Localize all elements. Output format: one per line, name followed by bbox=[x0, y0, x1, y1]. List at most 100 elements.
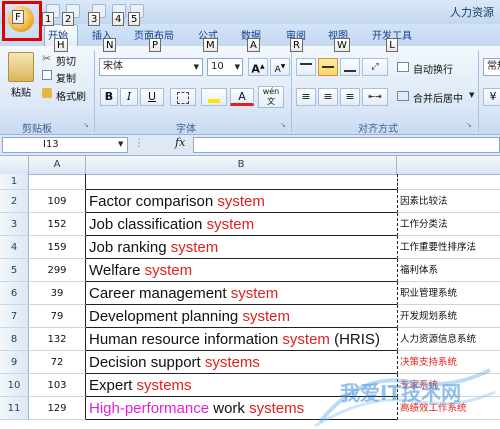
highlighted-word: system bbox=[242, 308, 290, 325]
cell-a[interactable]: 79 bbox=[29, 305, 86, 328]
fill-color-button[interactable] bbox=[201, 88, 227, 106]
insert-function-button[interactable]: fx bbox=[175, 136, 185, 149]
font-size-select[interactable]: 10 ▼ bbox=[207, 58, 243, 76]
cell-c[interactable]: 工作分类法 bbox=[397, 213, 500, 236]
underline-button[interactable]: U bbox=[140, 88, 164, 106]
format-painter-icon bbox=[42, 88, 52, 98]
window-title: 人力资源 bbox=[450, 6, 494, 19]
cell-a[interactable]: 129 bbox=[29, 397, 86, 420]
group-divider bbox=[291, 50, 292, 132]
cell-a[interactable]: 159 bbox=[29, 236, 86, 259]
align-top-icon bbox=[300, 63, 312, 65]
font-launcher-icon[interactable]: ↘ bbox=[280, 121, 286, 129]
highlighted-word: systems bbox=[249, 400, 305, 417]
cell-c[interactable]: 高绩效工作系统 bbox=[397, 397, 500, 420]
row-header[interactable]: 5 bbox=[0, 259, 29, 282]
cell-b[interactable]: Development planning system bbox=[86, 305, 397, 328]
cut-button[interactable]: 剪切 bbox=[56, 53, 76, 68]
font-color-button[interactable]: A bbox=[230, 88, 254, 106]
cell-c[interactable]: 专家系统 bbox=[397, 374, 500, 397]
format-painter-button[interactable]: 格式刷 bbox=[56, 88, 86, 103]
row-header[interactable]: 6 bbox=[0, 282, 29, 305]
formula-input[interactable] bbox=[193, 137, 500, 153]
cell-a[interactable]: 152 bbox=[29, 213, 86, 236]
cell-b[interactable]: Job classification system bbox=[86, 213, 397, 236]
font-size-value: 10 bbox=[211, 61, 224, 72]
row-header[interactable]: 8 bbox=[0, 328, 29, 351]
cell-c[interactable]: 决策支持系统 bbox=[397, 351, 500, 374]
wrap-text-button[interactable]: 自动换行 bbox=[413, 61, 453, 76]
cell-a[interactable] bbox=[29, 174, 86, 190]
cell-b[interactable]: Human resource information system (HRIS) bbox=[86, 328, 397, 351]
cell-a[interactable]: 39 bbox=[29, 282, 86, 305]
paste-button[interactable]: 粘贴 bbox=[11, 84, 31, 99]
row-header[interactable]: 1 bbox=[0, 174, 29, 190]
align-center-button[interactable]: ≡ bbox=[318, 88, 338, 106]
borders-button[interactable] bbox=[170, 88, 196, 106]
cell-c[interactable]: 因素比较法 bbox=[397, 190, 500, 213]
cell-a[interactable]: 109 bbox=[29, 190, 86, 213]
fill-color-icon bbox=[208, 99, 220, 103]
cell-a[interactable]: 299 bbox=[29, 259, 86, 282]
chevron-down-icon[interactable]: ▼ bbox=[118, 140, 123, 148]
currency-button[interactable]: ¥ bbox=[483, 88, 500, 106]
cell-b[interactable]: Factor comparison system bbox=[86, 190, 397, 213]
grow-font-label: A bbox=[251, 62, 260, 76]
grow-font-button[interactable]: A▲ bbox=[248, 58, 268, 76]
bold-button[interactable]: B bbox=[100, 88, 118, 106]
merge-center-button[interactable]: 合并后居中 bbox=[413, 90, 463, 105]
align-middle-button[interactable] bbox=[318, 58, 338, 76]
cell-b[interactable]: Decision support systems bbox=[86, 351, 397, 374]
row-header[interactable]: 7 bbox=[0, 305, 29, 328]
font-group-label: 字体 bbox=[176, 124, 196, 135]
cell-c[interactable]: 职业管理系统 bbox=[397, 282, 500, 305]
font-name-select[interactable]: 宋体 ▼ bbox=[99, 58, 203, 76]
clipboard-launcher-icon[interactable]: ↘ bbox=[83, 121, 89, 129]
cell-a[interactable]: 72 bbox=[29, 351, 86, 374]
row-header[interactable]: 3 bbox=[0, 213, 29, 236]
column-header-c[interactable] bbox=[397, 156, 500, 174]
indent-button[interactable]: ⇤⇥ bbox=[362, 88, 388, 106]
cell-b[interactable]: Career management system bbox=[86, 282, 397, 305]
number-format-select[interactable]: 常规 bbox=[483, 58, 500, 76]
cell-b[interactable] bbox=[86, 174, 397, 190]
select-all-corner[interactable] bbox=[0, 156, 29, 174]
cell-c[interactable]: 福利体系 bbox=[397, 259, 500, 282]
align-bottom-button[interactable] bbox=[340, 58, 360, 76]
align-right-button[interactable]: ≡ bbox=[340, 88, 360, 106]
cell-b[interactable]: Job ranking system bbox=[86, 236, 397, 259]
column-header-a[interactable]: A bbox=[29, 156, 86, 174]
shrink-font-button[interactable]: A▼ bbox=[270, 58, 290, 76]
cell-c[interactable]: 人力资源信息系统 bbox=[397, 328, 500, 351]
cell-c[interactable]: 工作重要性排序法 bbox=[397, 236, 500, 259]
copy-button[interactable]: 复制 bbox=[56, 70, 76, 85]
alignment-group-label: 对齐方式 bbox=[358, 124, 398, 135]
cell-c[interactable] bbox=[397, 174, 500, 190]
cell-text: (HRIS) bbox=[329, 331, 380, 348]
cell-b[interactable]: Welfare system bbox=[86, 259, 397, 282]
phonetic-button[interactable]: wén 文 bbox=[258, 86, 284, 108]
orientation-button[interactable]: ⤢ bbox=[362, 58, 388, 76]
paste-icon[interactable] bbox=[8, 52, 34, 82]
cell-c[interactable]: 开发规划系统 bbox=[397, 305, 500, 328]
align-left-button[interactable]: ≡ bbox=[296, 88, 316, 106]
italic-button[interactable]: I bbox=[120, 88, 138, 106]
cell-b[interactable]: High-performance work systems bbox=[86, 397, 397, 420]
row-header[interactable]: 11 bbox=[0, 397, 29, 420]
cell-b[interactable]: Expert systems bbox=[86, 374, 397, 397]
row-header[interactable]: 10 bbox=[0, 374, 29, 397]
chevron-down-icon[interactable]: ▼ bbox=[469, 91, 474, 99]
group-divider bbox=[94, 50, 95, 132]
cell-text: Decision support bbox=[89, 354, 205, 371]
cell-text: Human resource information bbox=[89, 331, 283, 348]
row-header[interactable]: 4 bbox=[0, 236, 29, 259]
merge-center-icon bbox=[397, 91, 409, 101]
alignment-launcher-icon[interactable]: ↘ bbox=[466, 121, 472, 129]
column-header-b[interactable]: B bbox=[86, 156, 397, 174]
align-top-button[interactable] bbox=[296, 58, 316, 76]
cell-a[interactable]: 103 bbox=[29, 374, 86, 397]
row-header[interactable]: 9 bbox=[0, 351, 29, 374]
cell-a[interactable]: 132 bbox=[29, 328, 86, 351]
row-header[interactable]: 2 bbox=[0, 190, 29, 213]
name-box[interactable]: I13 bbox=[2, 137, 128, 153]
